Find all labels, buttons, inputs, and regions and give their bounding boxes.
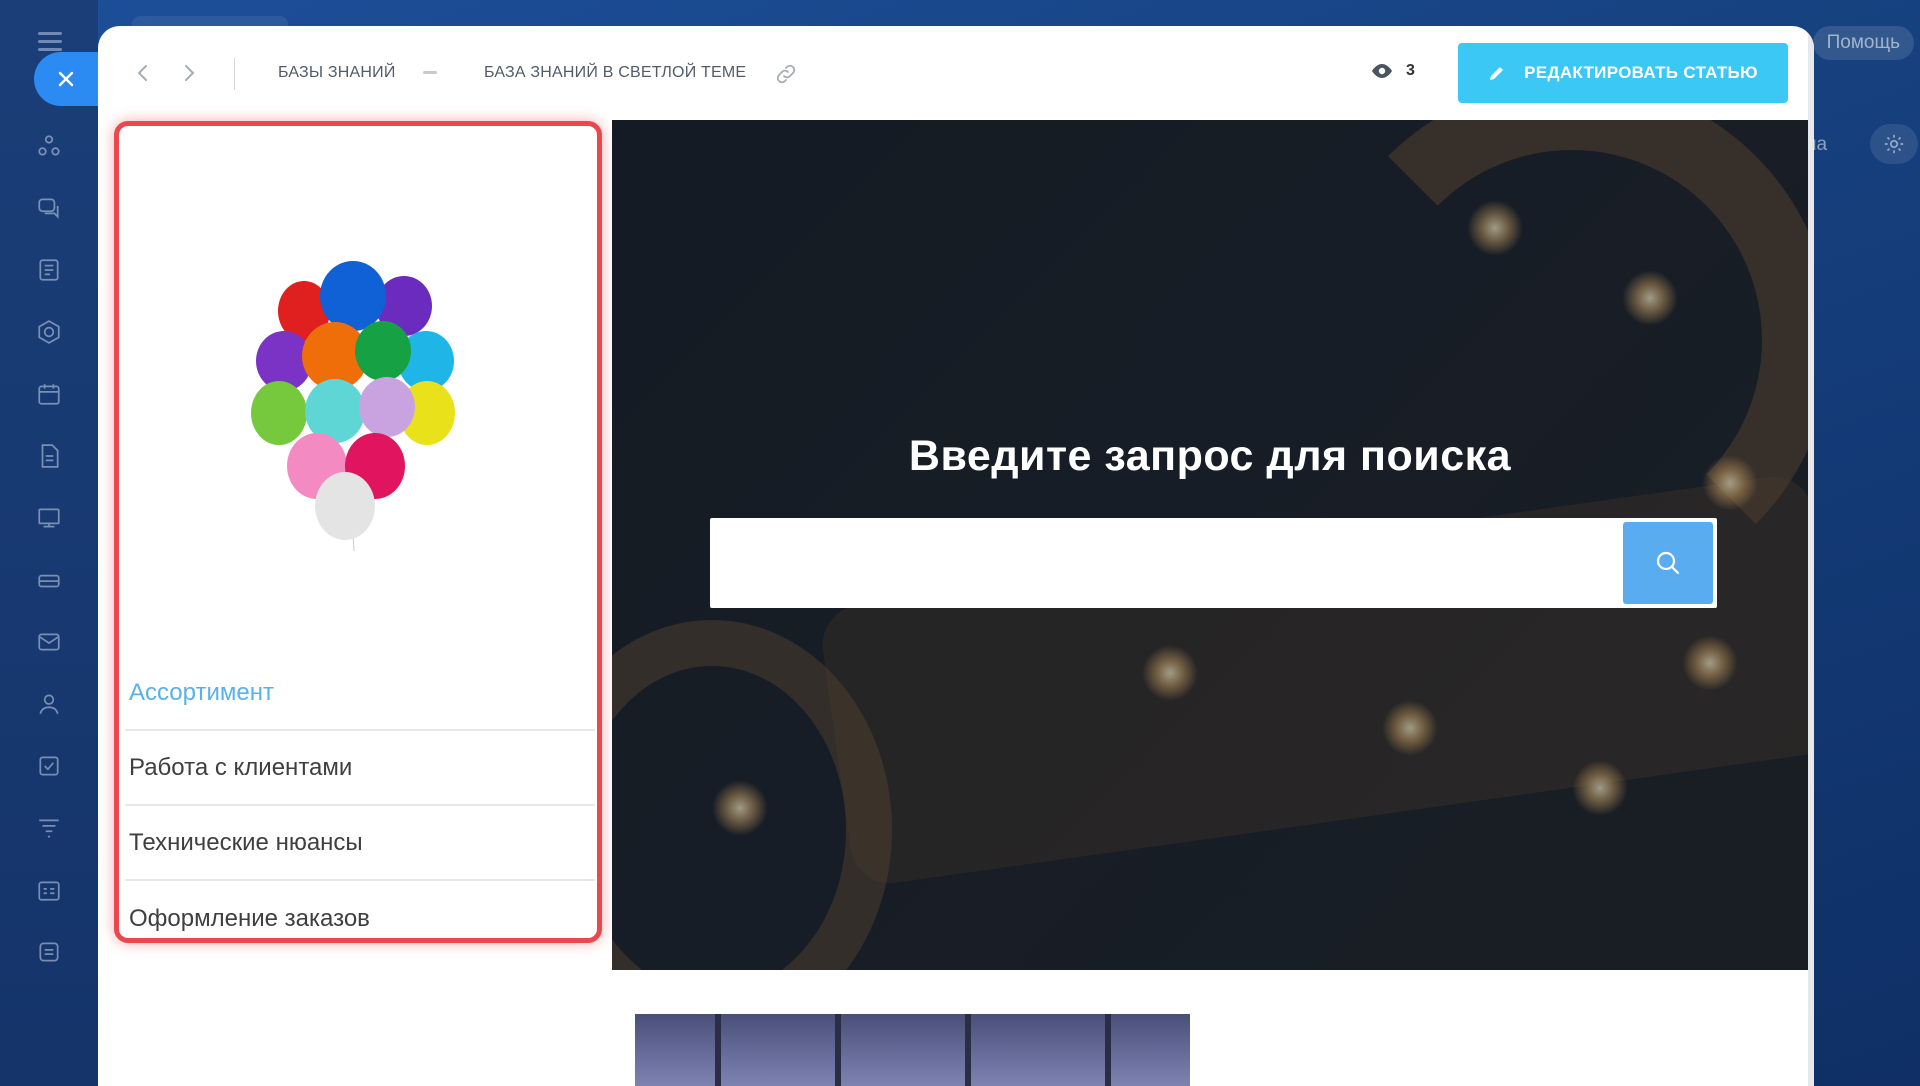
menu-item-technical[interactable]: Технические нюансы <box>125 806 595 881</box>
menu-item-clients[interactable]: Работа с клиентами <box>125 731 595 806</box>
archive-icon[interactable] <box>34 937 64 967</box>
knowledge-icon[interactable] <box>34 503 64 533</box>
header-divider <box>234 58 235 90</box>
search-button[interactable] <box>1623 522 1713 604</box>
edit-article-button[interactable]: Редактировать статью <box>1458 43 1788 103</box>
pencil-icon <box>1490 67 1504 80</box>
chat-icon[interactable] <box>34 193 64 223</box>
hero-title: Введите запрос для поиска <box>908 432 1512 480</box>
search-icon <box>1656 551 1680 575</box>
breadcrumb-knowledge-bases[interactable]: Базы знаний <box>278 64 396 82</box>
breadcrumb-current[interactable]: База знаний в светлой теме <box>484 64 746 82</box>
store-icon[interactable] <box>34 565 64 595</box>
app-sidebar <box>0 0 98 1086</box>
article-image <box>635 1014 1190 1086</box>
documents-icon[interactable] <box>34 441 64 471</box>
gear-icon[interactable] <box>1870 124 1918 164</box>
menu-item-orders[interactable]: Оформление заказов <box>125 881 595 956</box>
close-slider-button[interactable] <box>34 52 104 106</box>
panel-scrollbar[interactable] <box>1808 26 1814 1086</box>
search-input[interactable] <box>710 518 1623 608</box>
hero-search-block: Введите запрос для поиска <box>612 120 1808 970</box>
image-detail <box>835 1014 841 1086</box>
mail-icon[interactable] <box>34 627 64 657</box>
menu-item-assortment[interactable]: Ассортимент <box>125 656 595 731</box>
calendar-icon[interactable] <box>34 379 64 409</box>
back-arrow-icon[interactable] <box>132 62 154 84</box>
help-button[interactable]: Помощь <box>1812 26 1914 60</box>
tasks-icon[interactable] <box>34 751 64 781</box>
breadcrumb-separator <box>423 71 437 74</box>
sites-icon[interactable] <box>34 317 64 347</box>
close-icon <box>58 71 74 87</box>
image-detail <box>1105 1014 1111 1086</box>
balloons-logo <box>251 261 455 552</box>
crm-icon[interactable] <box>34 131 64 161</box>
search-box <box>710 518 1717 608</box>
highlighted-menu-block: Ассортимент Работа с клиентами Техническ… <box>114 121 602 943</box>
views-count: 3 <box>1406 62 1415 79</box>
menu-list: Ассортимент Работа с клиентами Техническ… <box>125 656 595 956</box>
filter-icon[interactable] <box>34 813 64 843</box>
forward-arrow-icon[interactable] <box>178 62 200 84</box>
eye-icon <box>1372 64 1392 78</box>
link-icon[interactable] <box>774 62 798 86</box>
image-detail <box>965 1014 971 1086</box>
image-detail <box>715 1014 721 1086</box>
view-counter: 3 <box>1370 62 1415 80</box>
feed-icon[interactable] <box>34 255 64 285</box>
schedule-icon[interactable] <box>34 875 64 905</box>
contacts-icon[interactable] <box>34 689 64 719</box>
slider-header: Базы знаний База знаний в светлой теме 3… <box>98 26 1814 120</box>
edit-article-label: Редактировать статью <box>1524 63 1758 82</box>
knowledge-base-slider: Базы знаний База знаний в светлой теме 3… <box>98 26 1814 1086</box>
